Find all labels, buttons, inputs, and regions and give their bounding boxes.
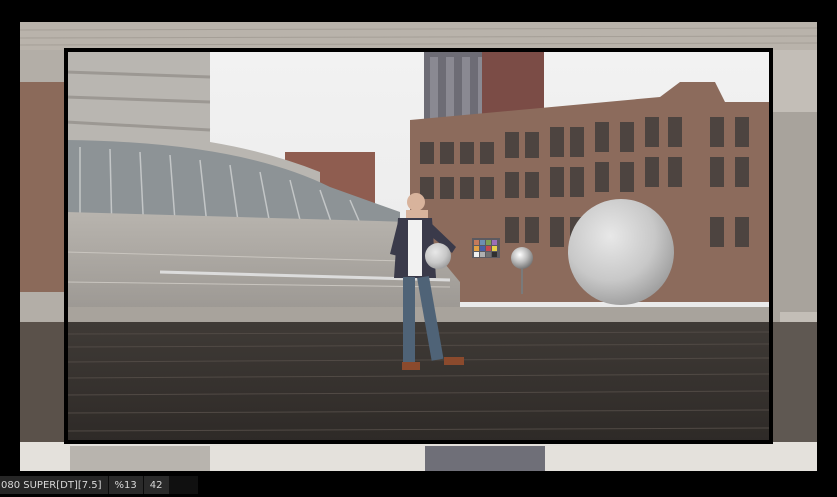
scene-image	[20, 22, 817, 471]
main-image	[65, 50, 780, 442]
zoom-label[interactable]: %13	[107, 476, 143, 494]
image-viewport[interactable]	[20, 22, 817, 471]
handheld-sphere	[425, 243, 451, 269]
color-checker	[472, 238, 500, 258]
frame-counter: 42	[142, 476, 169, 494]
chrome-ball	[511, 247, 533, 269]
gray-sphere	[568, 199, 674, 305]
format-label: 080 SUPER[DT][7.5]	[0, 476, 108, 494]
status-bar: 080 SUPER[DT][7.5] %13 42	[0, 476, 198, 494]
